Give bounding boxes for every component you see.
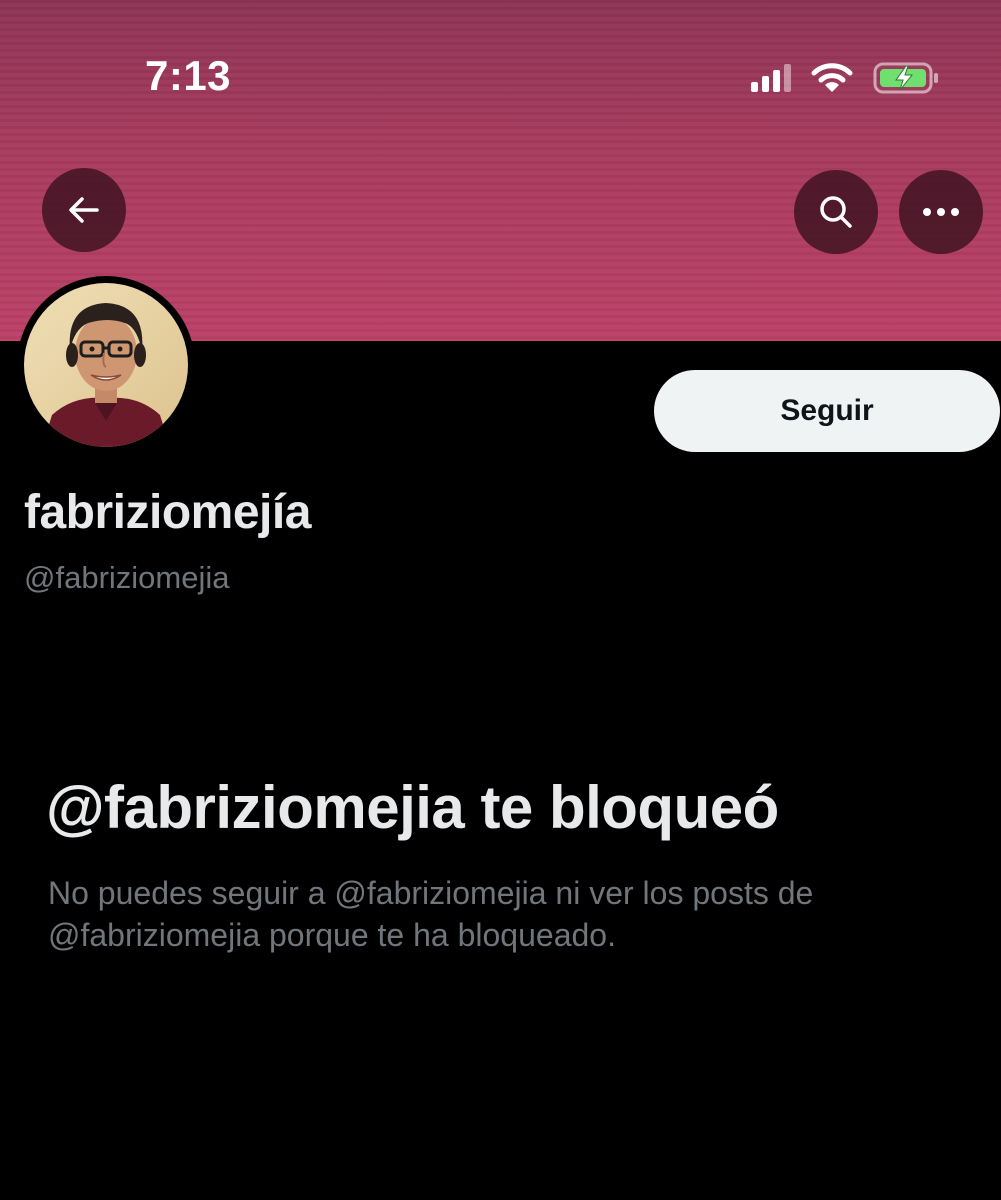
follow-button[interactable]: Seguir — [654, 370, 1000, 452]
search-icon — [820, 196, 852, 228]
battery-charging-icon — [873, 62, 938, 94]
wifi-icon — [811, 63, 853, 92]
search-button[interactable] — [794, 170, 878, 254]
cellular-signal-icon — [751, 64, 791, 92]
avatar — [24, 283, 188, 447]
status-bar-icons — [751, 58, 939, 98]
blocked-description: No puedes seguir a @fabriziomejia ni ver… — [48, 875, 814, 953]
back-button[interactable] — [42, 168, 126, 252]
profile-handle: @fabriziomejia — [24, 560, 230, 595]
avatar-frame[interactable] — [17, 276, 195, 454]
more-options-icon — [923, 208, 959, 216]
status-bar-time: 7:13 — [144, 52, 232, 99]
blocked-title: @fabriziomejia te bloqueó — [46, 774, 779, 841]
back-arrow-icon — [69, 197, 99, 223]
avatar-image — [24, 283, 188, 447]
more-options-button[interactable] — [899, 170, 983, 254]
profile-display-name: fabriziomejía — [24, 486, 311, 539]
